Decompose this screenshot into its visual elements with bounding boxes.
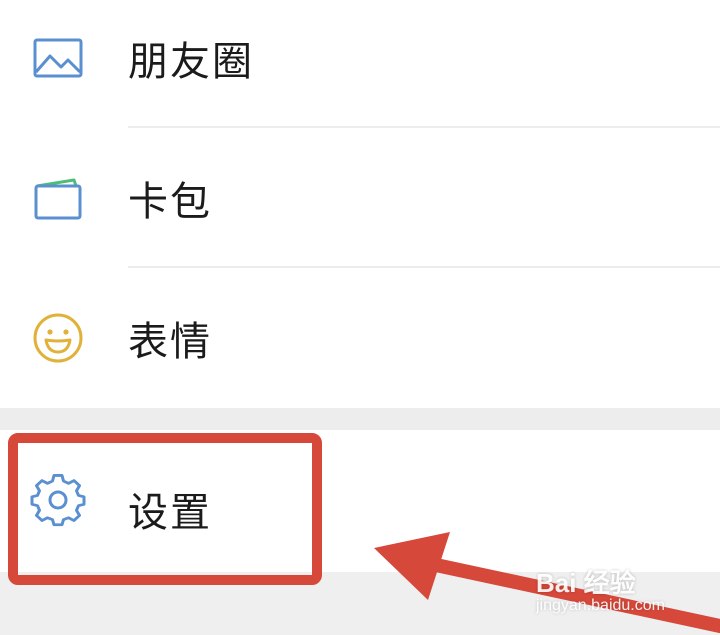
menu-item-label: 朋友圈 bbox=[128, 39, 254, 85]
watermark-url: jingyan.baidu.com bbox=[536, 597, 665, 614]
image-icon bbox=[30, 30, 86, 86]
menu-item-label: 表情 bbox=[128, 319, 212, 365]
smiley-icon bbox=[30, 310, 86, 366]
menu-item-moments[interactable]: 朋友圈 bbox=[0, 0, 720, 128]
watermark-brand: Bai 经验 bbox=[536, 568, 636, 598]
menu-item-stickers[interactable]: 表情 bbox=[0, 268, 720, 408]
highlight-box bbox=[8, 433, 322, 585]
menu-item-label: 卡包 bbox=[128, 179, 212, 225]
section-separator bbox=[0, 408, 720, 430]
wallet-icon bbox=[30, 170, 86, 226]
menu-item-cards[interactable]: 卡包 bbox=[0, 128, 720, 268]
baidu-watermark: Bai 经验 jingyan.baidu.com bbox=[536, 563, 706, 623]
